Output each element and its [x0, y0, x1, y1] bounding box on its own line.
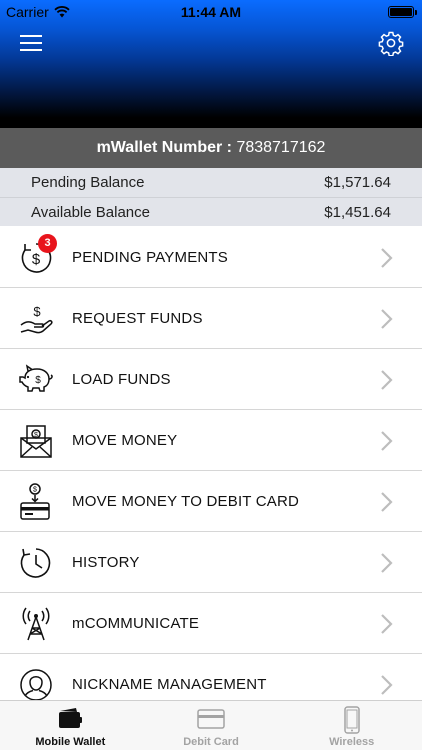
- svg-text:$: $: [35, 375, 41, 386]
- menu-label: HISTORY: [72, 553, 140, 571]
- menu-label: LOAD FUNDS: [72, 370, 171, 388]
- available-balance-label: Available Balance: [31, 203, 150, 221]
- menu-list: $ 3 PENDING PAYMENTS $ REQUEST FUNDS $ L…: [0, 227, 422, 715]
- chevron-right-icon: [381, 492, 393, 512]
- chevron-right-icon: [381, 370, 393, 390]
- hand-dollar-icon: $: [20, 304, 53, 334]
- chevron-right-icon: [381, 675, 393, 695]
- chevron-right-icon: [381, 431, 393, 451]
- menu-item-request-funds[interactable]: $ REQUEST FUNDS: [0, 288, 422, 349]
- antenna-tower-icon: [22, 607, 50, 641]
- svg-text:$: $: [33, 487, 37, 494]
- money-envelope-icon: $: [20, 425, 52, 458]
- user-profile-icon: [20, 669, 52, 701]
- menu-item-move-money[interactable]: $ MOVE MONEY: [0, 410, 422, 471]
- menu-item-mcommunicate[interactable]: mCOMMUNICATE: [0, 593, 422, 654]
- piggy-bank-icon: $: [19, 364, 53, 392]
- tab-mobile-wallet[interactable]: Mobile Wallet: [0, 701, 141, 750]
- gear-icon[interactable]: [378, 30, 404, 56]
- card-transfer-icon: $: [20, 483, 50, 520]
- pending-balance-row: Pending Balance $1,571.64: [0, 168, 422, 197]
- status-time: 11:44 AM: [180, 4, 242, 20]
- debit-card-icon: [197, 709, 225, 729]
- menu-label: NICKNAME MANAGEMENT: [72, 675, 267, 693]
- wallet-icon: [59, 708, 83, 728]
- svg-text:$: $: [34, 432, 38, 439]
- menu-label: mCOMMUNICATE: [72, 614, 200, 632]
- tab-wireless[interactable]: Wireless: [281, 701, 422, 750]
- tab-label: Mobile Wallet: [35, 736, 106, 748]
- svg-text:$: $: [32, 251, 41, 268]
- status-bar: Carrier 11:44 AM: [0, 0, 422, 24]
- svg-text:$: $: [33, 304, 41, 319]
- tab-label: Wireless: [329, 736, 375, 748]
- wallet-number-label: mWallet Number :: [96, 139, 232, 156]
- tab-bar: Mobile Wallet Debit Card Wireless: [0, 700, 422, 750]
- menu-label: REQUEST FUNDS: [72, 309, 203, 327]
- tab-label: Debit Card: [183, 736, 239, 748]
- balances-panel: Pending Balance $1,571.64 Available Bala…: [0, 168, 422, 226]
- wallet-number-value: 7838717162: [236, 139, 326, 156]
- menu-label: PENDING PAYMENTS: [72, 248, 228, 266]
- menu-item-history[interactable]: HISTORY: [0, 532, 422, 593]
- chevron-right-icon: [381, 309, 393, 329]
- pending-count-badge: 3: [38, 234, 57, 253]
- available-balance-row: Available Balance $1,451.64: [0, 197, 422, 226]
- menu-item-move-money-to-debit-card[interactable]: $ MOVE MONEY TO DEBIT CARD: [0, 471, 422, 532]
- chevron-right-icon: [381, 248, 393, 268]
- phone-icon: [343, 706, 360, 734]
- hamburger-menu-icon[interactable]: [18, 32, 44, 54]
- app-header: Carrier 11:44 AM: [0, 0, 422, 128]
- pending-balance-amount: $1,571.64: [324, 174, 391, 191]
- chevron-right-icon: [381, 614, 393, 634]
- chevron-right-icon: [381, 553, 393, 573]
- menu-label: MOVE MONEY: [72, 431, 178, 449]
- pending-balance-label: Pending Balance: [31, 174, 145, 191]
- menu-item-pending-payments[interactable]: $ 3 PENDING PAYMENTS: [0, 227, 422, 288]
- wallet-number-bar: mWallet Number : 7838717162: [0, 128, 422, 168]
- tab-debit-card[interactable]: Debit Card: [141, 701, 282, 750]
- menu-label: MOVE MONEY TO DEBIT CARD: [72, 492, 300, 510]
- menu-item-load-funds[interactable]: $ LOAD FUNDS: [0, 349, 422, 410]
- available-balance-amount: $1,451.64: [324, 203, 391, 221]
- battery-icon: [388, 6, 417, 18]
- clock-history-icon: [20, 548, 51, 578]
